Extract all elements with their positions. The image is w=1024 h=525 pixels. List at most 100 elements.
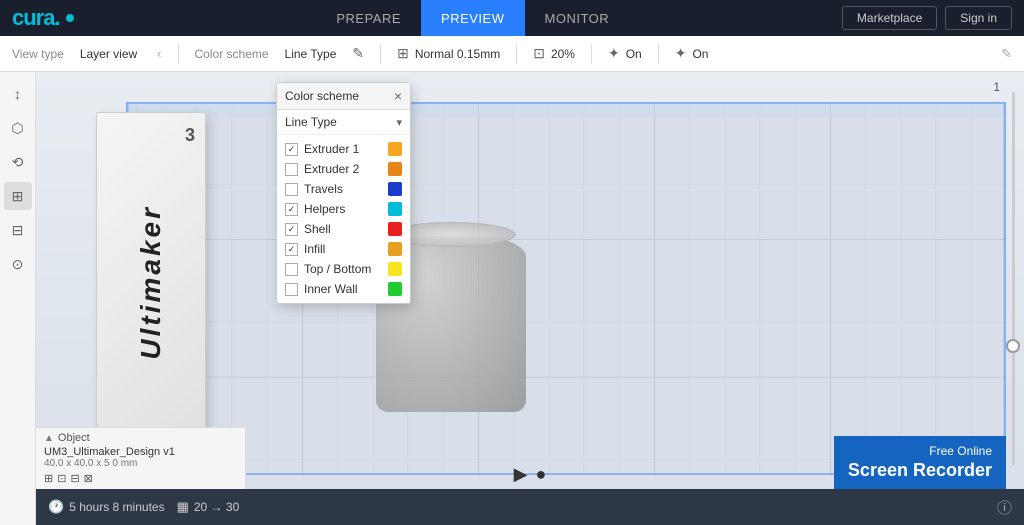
fan-value: On xyxy=(626,47,642,61)
top-nav: cura. PREPARE PREVIEW MONITOR Marketplac… xyxy=(0,0,1024,36)
ultimaker-label: Ultimaker xyxy=(135,205,167,360)
object-size: 40.0 x 40.0 x 5 0 mm xyxy=(44,458,237,469)
item-color-7 xyxy=(388,282,402,296)
layer-number: 1 xyxy=(993,80,1000,94)
item-label-5: Infill xyxy=(304,242,382,256)
item-label-4: Shell xyxy=(304,222,382,236)
checkbox-2[interactable] xyxy=(285,183,298,196)
color-scheme-popup: Color scheme × Line Type ▾ ✓ Extruder 1 Ex… xyxy=(276,82,411,304)
toolbar-separator-4 xyxy=(591,44,592,64)
time-value: 5 hours 8 minutes xyxy=(69,500,164,514)
item-color-5 xyxy=(388,242,402,256)
color-scheme-dropdown[interactable]: Line Type ▾ xyxy=(277,110,410,135)
color-scheme-item-3[interactable]: ✓ Helpers xyxy=(277,199,410,219)
profile-icon: ⊞ xyxy=(397,45,409,62)
sidebar-icon-select[interactable]: ⊞ xyxy=(4,182,32,210)
toolbar-separator xyxy=(178,44,179,64)
item-label-2: Travels xyxy=(304,182,382,196)
nav-preview[interactable]: PREVIEW xyxy=(421,0,524,36)
fan-group: ✦ On xyxy=(608,45,642,62)
marketplace-button[interactable]: Marketplace xyxy=(842,6,937,30)
edit-color-scheme-icon[interactable]: ✎ xyxy=(352,45,364,62)
checkbox-0[interactable]: ✓ xyxy=(285,143,298,156)
obj-action-2[interactable]: ⊡ xyxy=(57,472,66,485)
object-section-label: Object xyxy=(58,432,90,444)
bar-status: ▦ 20 → 30 xyxy=(177,499,240,515)
sidebar-icon-move[interactable]: ↕ xyxy=(4,80,32,108)
dot-button[interactable]: ● xyxy=(535,464,546,485)
watermark-main-text: Screen Recorder xyxy=(848,460,992,481)
item-label-0: Extruder 1 xyxy=(304,142,382,156)
checkbox-4[interactable]: ✓ xyxy=(285,223,298,236)
watermark-top-text: Free Online xyxy=(848,444,992,458)
support-value: On xyxy=(692,47,708,61)
fan-icon: ✦ xyxy=(608,45,620,62)
item-color-4 xyxy=(388,222,402,236)
layer-slider[interactable] xyxy=(1006,92,1020,465)
main-area: ↕ ⬡ ⟲ ⊞ ⊟ ⊙ xyxy=(0,72,1024,525)
slider-thumb[interactable] xyxy=(1006,339,1020,353)
view-type-arrow[interactable]: ‹ xyxy=(157,46,161,61)
object-panel: ▲ Object UM3_Ultimaker_Design v1 40.0 x … xyxy=(36,427,246,489)
signin-button[interactable]: Sign in xyxy=(945,6,1012,30)
zoom-group: ⊡ 20% xyxy=(533,45,575,62)
logo-dot xyxy=(66,14,74,22)
item-label-3: Helpers xyxy=(304,202,382,216)
slider-track xyxy=(1012,92,1015,465)
obj-action-4[interactable]: ⊠ xyxy=(84,472,93,485)
color-scheme-item-2[interactable]: Travels xyxy=(277,179,410,199)
toolbar-edit-icon[interactable]: ✎ xyxy=(1001,46,1012,62)
object-header: ▲ Object xyxy=(44,432,237,444)
play-button[interactable]: ▶ xyxy=(514,464,528,485)
support-icon: ✦ xyxy=(675,45,687,62)
status-info-icon[interactable]: ⓘ xyxy=(997,497,1012,518)
view-type-label: View type xyxy=(12,47,64,61)
sidebar-icon-settings[interactable]: ⊙ xyxy=(4,250,32,278)
color-scheme-item-6[interactable]: Top / Bottom xyxy=(277,259,410,279)
color-scheme-item-0[interactable]: ✓ Extruder 1 xyxy=(277,139,410,159)
item-color-6 xyxy=(388,262,402,276)
obj-action-3[interactable]: ⊟ xyxy=(70,472,79,485)
color-scheme-item-7[interactable]: Inner Wall xyxy=(277,279,410,299)
sidebar-icon-rotate[interactable]: ⟲ xyxy=(4,148,32,176)
grid-background xyxy=(126,102,1006,475)
ultimaker-number: 3 xyxy=(185,125,195,146)
popup-title: Color scheme xyxy=(285,89,359,103)
color-scheme-value: Line Type xyxy=(285,47,337,61)
checkbox-7[interactable] xyxy=(285,283,298,296)
item-color-0 xyxy=(388,142,402,156)
checkbox-1[interactable] xyxy=(285,163,298,176)
watermark: Free Online Screen Recorder xyxy=(834,436,1006,489)
zoom-value: 20% xyxy=(551,47,575,61)
item-color-3 xyxy=(388,202,402,216)
item-label-1: Extruder 2 xyxy=(304,162,382,176)
view-type-value: Layer view xyxy=(80,47,137,61)
sidebar-icon-support[interactable]: ⊟ xyxy=(4,216,32,244)
bar-icon: ▦ xyxy=(177,499,189,515)
item-color-1 xyxy=(388,162,402,176)
color-scheme-item-5[interactable]: ✓ Infill xyxy=(277,239,410,259)
toolbar-separator-3 xyxy=(516,44,517,64)
toolbar-separator-5 xyxy=(658,44,659,64)
checkbox-5[interactable]: ✓ xyxy=(285,243,298,256)
obj-action-1[interactable]: ⊞ xyxy=(44,472,53,485)
time-status: 🕐 5 hours 8 minutes xyxy=(48,499,165,515)
bottom-controls: ▶ ● xyxy=(514,464,547,485)
logo-text: cura. xyxy=(12,5,60,31)
color-scheme-item-4[interactable]: ✓ Shell xyxy=(277,219,410,239)
dropdown-value: Line Type xyxy=(285,115,337,129)
item-label-6: Top / Bottom xyxy=(304,262,382,276)
collapse-icon[interactable]: ▲ xyxy=(44,433,54,444)
nav-prepare[interactable]: PREPARE xyxy=(316,0,421,36)
checkbox-3[interactable]: ✓ xyxy=(285,203,298,216)
nav-links: PREPARE PREVIEW MONITOR xyxy=(104,0,842,36)
info-icon: ⓘ xyxy=(997,500,1012,517)
color-scheme-item-1[interactable]: Extruder 2 xyxy=(277,159,410,179)
zoom-icon: ⊡ xyxy=(533,45,545,62)
bar-value: 20 → 30 xyxy=(194,500,239,514)
popup-close-button[interactable]: × xyxy=(394,89,402,103)
sidebar-icon-scale[interactable]: ⬡ xyxy=(4,114,32,142)
nav-monitor[interactable]: MONITOR xyxy=(525,0,630,36)
checkbox-6[interactable] xyxy=(285,263,298,276)
nav-right: Marketplace Sign in xyxy=(842,6,1012,30)
